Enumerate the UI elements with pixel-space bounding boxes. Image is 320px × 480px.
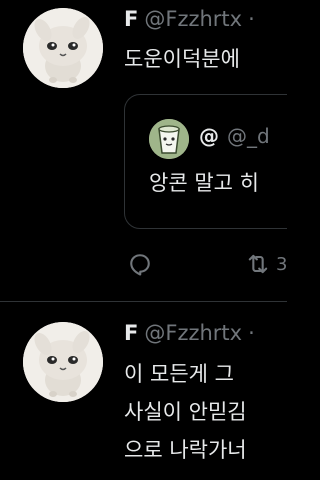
tweet[interactable]: F @Fzzhrtx · 도운이덕분에 @ @_d 앙콘 말고 히 3	[0, 0, 287, 301]
quoted-display-name: @	[199, 124, 219, 148]
profile-avatar[interactable]	[23, 8, 103, 88]
quoted-user-handle: @_d	[227, 124, 270, 148]
user-handle[interactable]: @Fzzhrtx	[144, 7, 242, 31]
tweet[interactable]: F @Fzzhrtx · 이 모든게 그 사실이 안믿김 으로 나락가너	[0, 302, 287, 480]
green-cup-character-icon	[149, 119, 189, 159]
retweet-icon	[248, 254, 268, 274]
tweet-header: F @Fzzhrtx ·	[124, 320, 255, 346]
separator-dot: ·	[248, 321, 255, 345]
tweet-text-line: 으로 나락가너	[124, 438, 247, 462]
tweet-text-line: 이 모든게 그	[124, 362, 234, 386]
reply-button[interactable]	[126, 249, 154, 279]
bunny-avatar-image	[23, 8, 103, 88]
profile-avatar[interactable]	[23, 322, 103, 402]
quoted-profile-avatar	[149, 119, 189, 159]
quoted-tweet[interactable]: @ @_d 앙콘 말고 히	[124, 94, 287, 229]
tweet-text-line: 사실이 안믿김	[124, 400, 247, 424]
retweet-button[interactable]: 3	[244, 249, 287, 279]
reply-bubble-icon	[130, 254, 150, 276]
tweet-text: 도운이덕분에	[124, 47, 240, 71]
tweet-header: F @Fzzhrtx ·	[124, 6, 255, 32]
user-handle[interactable]: @Fzzhrtx	[144, 321, 242, 345]
quoted-tweet-header: @ @_d	[199, 123, 270, 149]
retweet-count: 3	[276, 253, 287, 275]
display-name[interactable]: F	[124, 321, 138, 345]
quoted-tweet-text: 앙콘 말고 히	[149, 171, 259, 195]
separator-dot: ·	[248, 7, 255, 31]
bunny-avatar-image	[23, 322, 103, 402]
display-name[interactable]: F	[124, 7, 138, 31]
